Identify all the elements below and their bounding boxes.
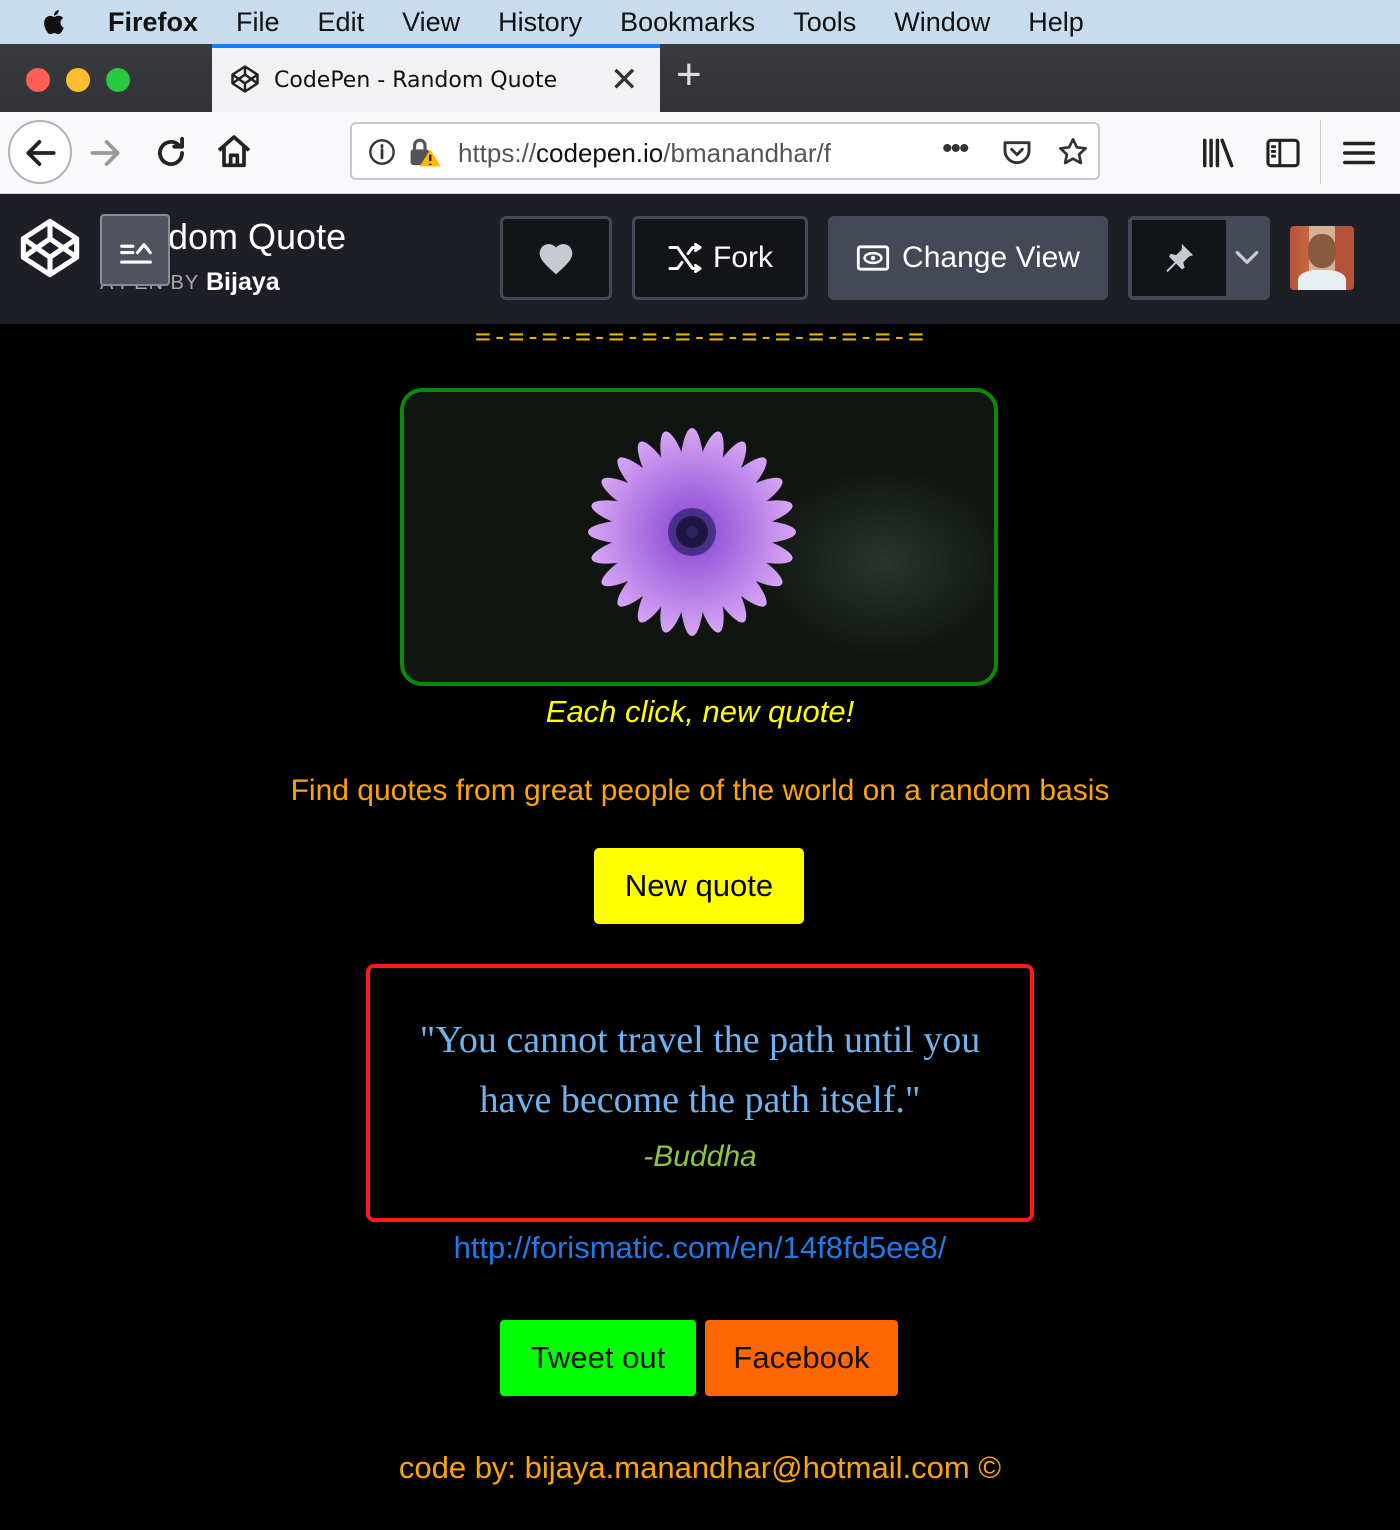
url-scheme: https:// bbox=[458, 138, 537, 168]
page-subtitle: Find quotes from great people of the wor… bbox=[290, 774, 1110, 807]
back-button[interactable] bbox=[8, 120, 72, 184]
quote-text: "You cannot travel the path until you ha… bbox=[419, 1019, 981, 1121]
info-icon[interactable] bbox=[368, 138, 396, 166]
insecure-lock-icon[interactable] bbox=[408, 136, 442, 168]
view-icon bbox=[856, 245, 890, 271]
menu-help[interactable]: Help bbox=[1028, 7, 1084, 38]
heart-button[interactable] bbox=[500, 216, 612, 300]
image-caption: Each click, new quote! bbox=[545, 694, 855, 729]
url-bar[interactable]: https://codepen.io/bmanandhar/f ••• bbox=[350, 122, 1100, 180]
quote-source-link[interactable]: http://forismatic.com/en/14f8fd5ee8/ bbox=[0, 1230, 1400, 1266]
url-host: codepen.io bbox=[536, 138, 664, 168]
avatar-face bbox=[1308, 234, 1336, 268]
fork-icon bbox=[668, 243, 702, 273]
change-view-label: Change View bbox=[902, 241, 1080, 274]
tab-strip: CodePen - Random Quote ✕ + bbox=[0, 44, 1400, 112]
pin-button[interactable] bbox=[1132, 220, 1226, 296]
menu-window[interactable]: Window bbox=[894, 7, 990, 38]
tab-codepen[interactable]: CodePen - Random Quote ✕ bbox=[212, 44, 660, 112]
menu-app-firefox[interactable]: Firefox bbox=[108, 7, 198, 38]
change-view-button[interactable]: Change View bbox=[828, 216, 1108, 300]
footer-credit: code by: bijaya.manandhar@hotmail.com © bbox=[398, 1450, 1002, 1485]
codepen-favicon-icon bbox=[231, 65, 259, 93]
menu-edit[interactable]: Edit bbox=[318, 7, 365, 38]
zoom-window-button[interactable] bbox=[106, 68, 130, 92]
nav-bar: https://codepen.io/bmanandhar/f ••• bbox=[0, 112, 1400, 194]
user-avatar[interactable] bbox=[1290, 226, 1354, 290]
library-icon[interactable] bbox=[1200, 134, 1238, 172]
facebook-button[interactable]: Facebook bbox=[705, 1320, 898, 1396]
reload-icon[interactable] bbox=[152, 134, 190, 172]
minimize-window-button[interactable] bbox=[66, 68, 90, 92]
new-tab-icon[interactable]: + bbox=[676, 50, 702, 100]
hamburger-menu-icon[interactable] bbox=[1340, 134, 1378, 172]
mac-menu-bar: Firefox File Edit View History Bookmarks… bbox=[0, 0, 1400, 44]
edit-title-button[interactable] bbox=[100, 214, 170, 286]
home-icon[interactable] bbox=[214, 132, 254, 172]
edit-details-icon bbox=[120, 243, 152, 264]
codepen-header: dom Quote A PEN BY Bijaya Fork Change Vi… bbox=[0, 194, 1400, 324]
back-arrow-icon bbox=[26, 140, 56, 166]
new-quote-button[interactable]: New quote bbox=[594, 848, 804, 924]
pin-button-group bbox=[1128, 216, 1270, 300]
pen-author[interactable]: Bijaya bbox=[206, 268, 280, 297]
codepen-logo-icon[interactable] bbox=[18, 216, 82, 280]
heart-icon bbox=[539, 244, 573, 275]
quote-author: -Buddha bbox=[643, 1140, 757, 1173]
page-actions-icon[interactable]: ••• bbox=[942, 132, 969, 166]
pen-title[interactable]: dom Quote bbox=[168, 216, 346, 258]
pin-icon bbox=[1166, 243, 1194, 273]
sidebar-icon[interactable] bbox=[1264, 134, 1302, 172]
fork-label: Fork bbox=[713, 241, 773, 274]
menu-tools[interactable]: Tools bbox=[793, 7, 856, 38]
toolbar-divider bbox=[1320, 120, 1321, 184]
url-text: https://codepen.io/bmanandhar/f bbox=[458, 138, 878, 169]
menu-history[interactable]: History bbox=[498, 7, 582, 38]
quote-box: "You cannot travel the path until you ha… bbox=[366, 964, 1034, 1222]
avatar-shirt bbox=[1298, 270, 1346, 290]
menu-bookmarks[interactable]: Bookmarks bbox=[620, 7, 755, 38]
tab-close-icon[interactable]: ✕ bbox=[610, 60, 639, 100]
flower-image bbox=[400, 388, 998, 686]
tweet-button[interactable]: Tweet out bbox=[500, 1320, 696, 1396]
bookmark-star-icon[interactable] bbox=[1056, 136, 1090, 168]
chevron-down-icon[interactable] bbox=[1234, 248, 1260, 268]
forward-icon[interactable] bbox=[86, 134, 124, 172]
decorative-dashes: =-=-=-=-=-=-=-=-=-=-=-=-=-= bbox=[475, 322, 925, 352]
apple-icon[interactable] bbox=[40, 7, 70, 37]
purple-daisy-icon bbox=[588, 428, 796, 636]
menu-file[interactable]: File bbox=[236, 7, 280, 38]
menu-view[interactable]: View bbox=[402, 7, 460, 38]
close-window-button[interactable] bbox=[26, 68, 50, 92]
fork-button[interactable]: Fork bbox=[632, 216, 808, 300]
url-path: /bmanandhar/f bbox=[663, 138, 831, 168]
tab-title: CodePen - Random Quote bbox=[274, 68, 558, 93]
pocket-icon[interactable] bbox=[1000, 136, 1034, 168]
